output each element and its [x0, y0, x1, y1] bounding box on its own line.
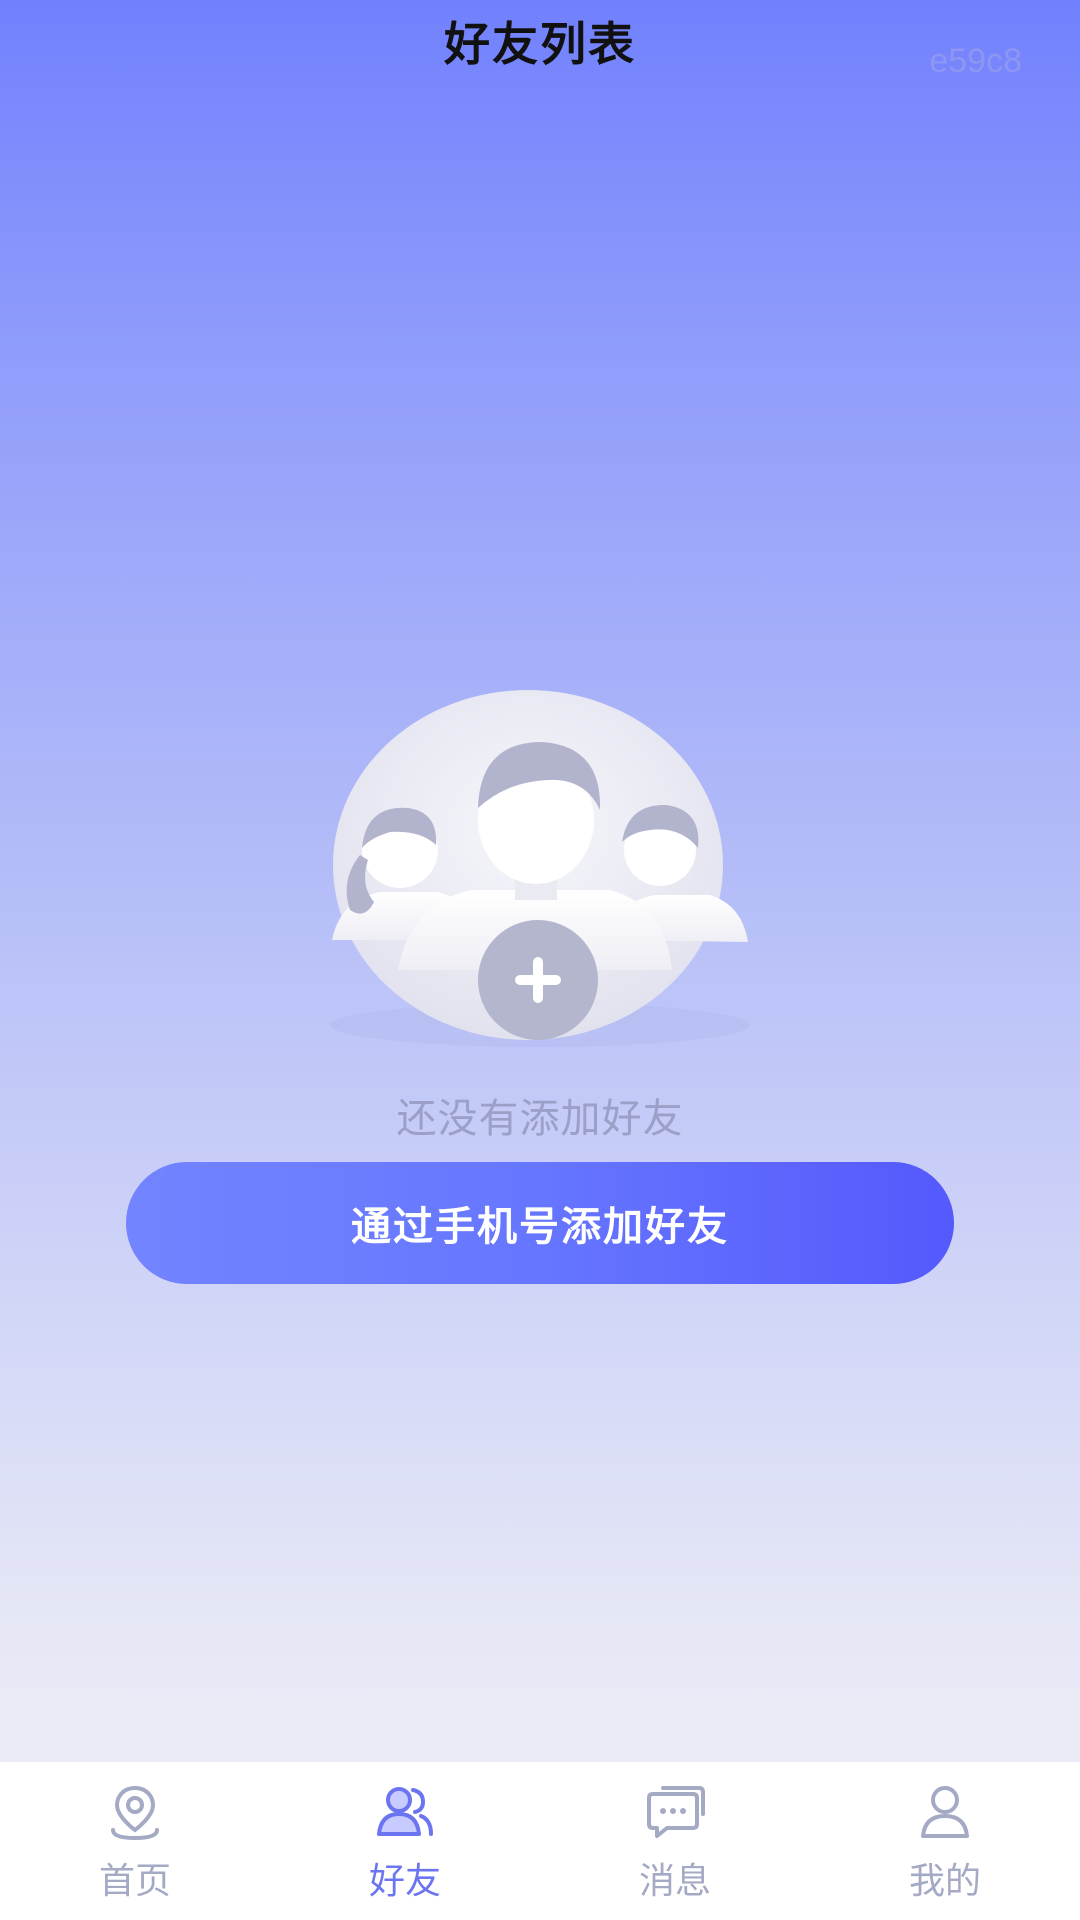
tab-friends-label: 好友	[368, 1861, 441, 1902]
tab-home-label: 首页	[98, 1861, 171, 1902]
location-pin-icon	[111, 1785, 159, 1841]
tab-mine-label: 我的	[908, 1861, 981, 1902]
tab-messages-label: 消息	[638, 1861, 711, 1902]
bottom-tab-bar: 首页 好友 消息 我的	[0, 1762, 1080, 1920]
friends-add-icon	[310, 680, 770, 1050]
tab-friends[interactable]: 好友	[270, 1762, 540, 1920]
page-title: 好友列表	[444, 17, 636, 71]
empty-state-message: 还没有添加好友	[396, 1096, 684, 1142]
person-icon	[921, 1786, 969, 1838]
tab-mine[interactable]: 我的	[810, 1762, 1080, 1920]
add-friend-by-phone-button[interactable]: 通过手机号添加好友	[126, 1162, 954, 1284]
tab-home[interactable]: 首页	[0, 1762, 270, 1920]
chat-icon	[647, 1786, 705, 1838]
tab-messages[interactable]: 消息	[540, 1762, 810, 1920]
page-code-label: e59c8	[929, 42, 1022, 80]
friends-icon	[377, 1787, 433, 1836]
